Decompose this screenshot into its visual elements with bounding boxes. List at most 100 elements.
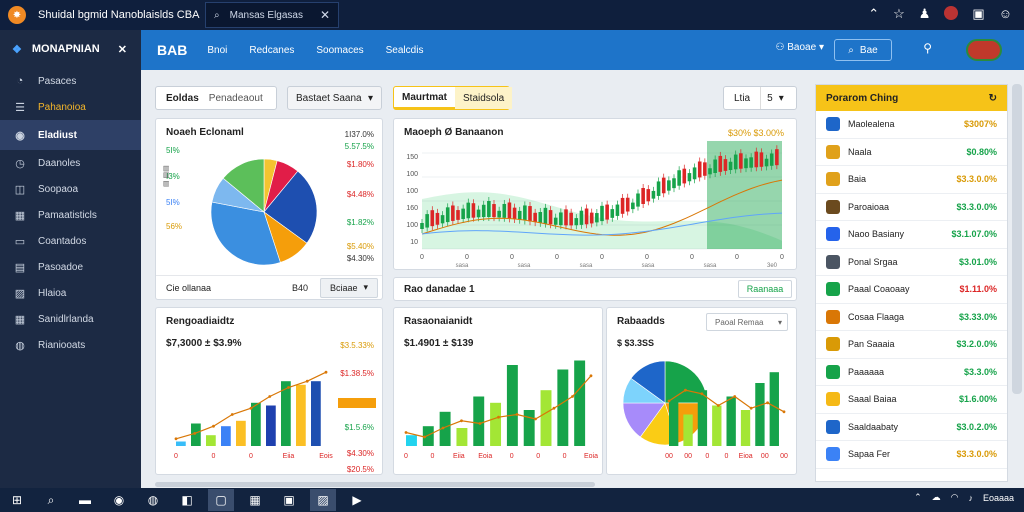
nav-item[interactable]: Redcanes: [249, 45, 294, 56]
avatar-icon[interactable]: [944, 6, 959, 20]
list-item[interactable]: Paaaaaa $3.3.0%: [816, 359, 1007, 386]
media-icon[interactable]: ▶: [344, 489, 370, 511]
user-icon[interactable]: ☺: [999, 6, 1012, 22]
candle-body[interactable]: [651, 190, 656, 199]
candle-body[interactable]: [708, 168, 712, 175]
folder-icon[interactable]: ▣: [276, 489, 302, 511]
store-icon[interactable]: ◧: [174, 489, 200, 511]
candle-body[interactable]: [677, 170, 681, 186]
candle-body[interactable]: [559, 212, 563, 226]
list-item[interactable]: Baia $3.3.0.0%: [816, 166, 1007, 194]
candle-body[interactable]: [692, 167, 697, 180]
candle-body[interactable]: [682, 168, 687, 184]
candle-body[interactable]: [631, 202, 635, 210]
user-menu[interactable]: ⚇ Baoae ▾: [776, 42, 824, 53]
sidebar-item[interactable]: ◔ Pasaces: [0, 68, 141, 94]
candle-body[interactable]: [523, 205, 527, 221]
files-icon[interactable]: ▬: [72, 489, 98, 511]
candle-body[interactable]: [744, 158, 748, 169]
candle-body[interactable]: [615, 204, 620, 216]
sidebar-item[interactable]: ◍ Rianiooats: [0, 332, 141, 358]
sidebar-item[interactable]: ▭ Coantados: [0, 228, 141, 254]
list-item[interactable]: Pan Saaaia $3.2.0.0%: [816, 331, 1007, 359]
globe-icon[interactable]: ◍: [140, 489, 166, 511]
candle-body[interactable]: [703, 162, 707, 176]
candle-body[interactable]: [579, 210, 584, 225]
sidebar-item[interactable]: ▨ Hlaioa: [0, 280, 141, 306]
candle-body[interactable]: [713, 159, 717, 174]
candle-body[interactable]: [543, 207, 548, 224]
candle-body[interactable]: [605, 204, 609, 220]
candle-body[interactable]: [697, 161, 702, 178]
sidebar-item[interactable]: ▤ Pasoadoe: [0, 254, 141, 280]
candle-body[interactable]: [687, 173, 692, 182]
bar[interactable]: [726, 396, 736, 447]
footer-dropdown[interactable]: Bciaae ▾: [320, 277, 378, 298]
photo-icon[interactable]: ▨: [310, 489, 336, 511]
candle-body[interactable]: [759, 152, 764, 167]
candle-body[interactable]: [667, 180, 671, 191]
bar[interactable]: [490, 402, 502, 446]
nav-item[interactable]: Bnoi: [207, 45, 227, 56]
bar[interactable]: [574, 360, 586, 447]
candle-body[interactable]: [718, 155, 723, 172]
bar[interactable]: [755, 383, 765, 446]
list-item[interactable]: Sapaa Fer $3.3.0.0%: [816, 441, 1007, 469]
nav-item[interactable]: Sealcdis: [386, 45, 424, 56]
chevron-up-icon[interactable]: ⌃: [914, 492, 922, 503]
candle-body[interactable]: [569, 212, 573, 226]
sidebar-item[interactable]: ◉ Eladiust: [0, 120, 141, 150]
candle-body[interactable]: [641, 188, 645, 204]
bar[interactable]: [540, 390, 552, 446]
candle-body[interactable]: [471, 203, 476, 218]
candle-body[interactable]: [451, 205, 455, 221]
window-icon[interactable]: ▣: [972, 6, 984, 22]
candle-body[interactable]: [661, 177, 666, 194]
avatar[interactable]: [966, 39, 1002, 61]
list-item[interactable]: Maolealena $3007%: [816, 111, 1007, 139]
candle-body[interactable]: [445, 207, 450, 223]
header-search-button[interactable]: ⌕ Bae: [834, 39, 892, 61]
tab-other[interactable]: Staidsola: [455, 87, 513, 109]
candle-body[interactable]: [440, 215, 445, 224]
sidebar-item[interactable]: ▦ Sanidlrlanda: [0, 306, 141, 332]
bar[interactable]: [712, 405, 722, 447]
candle-body[interactable]: [553, 217, 558, 225]
bell-icon[interactable]: ♟: [919, 6, 931, 22]
candle-body[interactable]: [589, 212, 594, 224]
candle-body[interactable]: [610, 209, 615, 218]
bar[interactable]: [456, 428, 468, 446]
candle-body[interactable]: [420, 223, 424, 229]
candle-body[interactable]: [517, 210, 522, 220]
candle-body[interactable]: [456, 210, 460, 220]
bar[interactable]: [697, 390, 708, 446]
close-icon[interactable]: ✕: [118, 43, 127, 56]
tab-active[interactable]: Maurtmat: [394, 87, 456, 109]
candle-body[interactable]: [435, 212, 440, 225]
candle-body[interactable]: [764, 158, 769, 167]
candle-body[interactable]: [728, 161, 733, 171]
search-icon[interactable]: ⌕: [38, 489, 64, 511]
list-item[interactable]: Ponal Srgaa $3.01.0%: [816, 249, 1007, 276]
candle-body[interactable]: [548, 210, 553, 225]
list-item[interactable]: Naala $0.80%: [816, 139, 1007, 166]
candle-body[interactable]: [512, 207, 517, 219]
bar[interactable]: [506, 365, 518, 446]
volume-icon[interactable]: ♪: [968, 493, 973, 503]
bar[interactable]: [221, 426, 231, 446]
list-item[interactable]: Saaal Baiaa $1.6.00%: [816, 386, 1007, 414]
candle-body[interactable]: [656, 181, 661, 196]
bar[interactable]: [311, 381, 321, 446]
candle-body[interactable]: [584, 208, 589, 225]
candle-body[interactable]: [672, 178, 676, 189]
candle-body[interactable]: [430, 210, 435, 227]
candle-body[interactable]: [533, 212, 537, 223]
horizontal-scrollbar[interactable]: [155, 482, 595, 487]
list-item[interactable]: Cosaa Flaaga $3.33.0%: [816, 304, 1007, 331]
candle-body[interactable]: [769, 153, 774, 166]
wifi-icon[interactable]: ◠: [951, 492, 959, 503]
list-item[interactable]: Paaal Coaoaay $1.11.0%: [816, 276, 1007, 304]
list-item[interactable]: Saaldaabaty $3.0.2.0%: [816, 414, 1007, 441]
refresh-icon[interactable]: ↻: [989, 93, 997, 104]
candle-body[interactable]: [739, 153, 743, 169]
